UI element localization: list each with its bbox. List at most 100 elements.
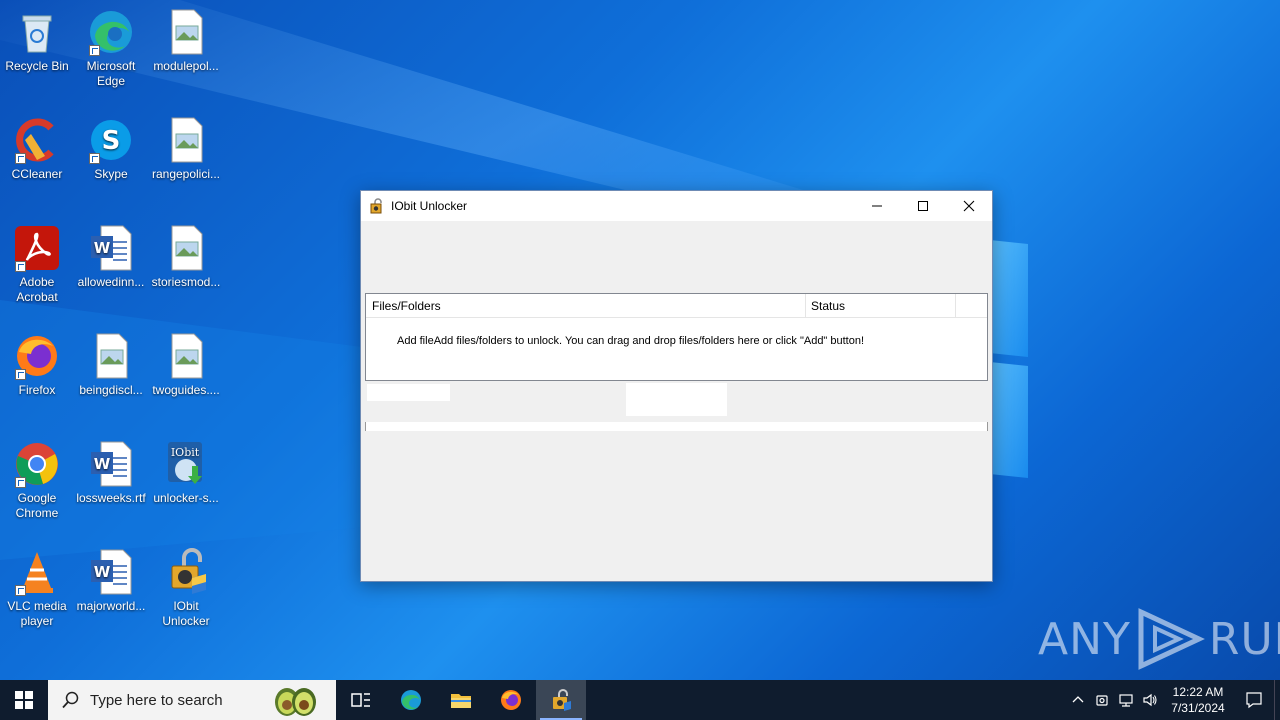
desktop-icon-label: storiesmod... [151, 275, 221, 289]
ccleaner-icon [13, 116, 61, 164]
desktop-icon-edge[interactable]: Microsoft Edge [74, 8, 148, 89]
taskbar-iobit-unlocker-button[interactable] [536, 680, 586, 720]
shortcut-arrow-icon [15, 477, 26, 488]
show-desktop-button[interactable] [1274, 680, 1280, 720]
list-header: Files/Folders Status [366, 294, 987, 318]
iobit-unlocker-window[interactable]: IObit Unlocker Files/Folders Status Add … [360, 190, 993, 582]
close-button[interactable] [946, 191, 992, 221]
taskbar-clock[interactable]: 12:22 AM 7/31/2024 [1162, 684, 1234, 716]
desktop-icon-label: rangepolici... [151, 167, 221, 181]
avocado-illustration-icon [275, 688, 316, 716]
task-view-icon [351, 693, 370, 707]
task-view-button[interactable] [336, 680, 386, 720]
desktop-icon-file-majorworld[interactable]: W majorworld... [74, 548, 148, 614]
vlc-icon [13, 548, 61, 596]
empty-control-center [626, 383, 727, 416]
desktop-icon-file-allowedinn[interactable]: W allowedinn... [74, 224, 148, 290]
desktop-icon-file-storiesmod[interactable]: storiesmod... [149, 224, 223, 290]
taskbar-edge-button[interactable] [386, 680, 436, 720]
desktop-icon-chrome[interactable]: Google Chrome [0, 440, 74, 521]
desktop-icon-adobe-acrobat[interactable]: Adobe Acrobat [0, 224, 74, 305]
desktop-icon-label: Firefox [18, 383, 56, 397]
desktop-icon-label: Google Chrome [15, 491, 59, 520]
desktop-icon-label: Microsoft Edge [86, 59, 136, 88]
tray-volume-button[interactable] [1138, 680, 1162, 720]
iobit-unlocker-app-icon [370, 198, 382, 214]
desktop-icon-file-modulepol[interactable]: modulepol... [149, 8, 223, 74]
desktop-icon-skype[interactable]: S Skype [74, 116, 148, 182]
start-button[interactable] [0, 680, 48, 720]
desktop-icon-label: majorworld... [76, 599, 146, 613]
desktop-icon-label: beingdiscl... [79, 383, 143, 397]
clock-date: 7/31/2024 [1171, 701, 1225, 715]
system-tray: 12:22 AM 7/31/2024 [1066, 680, 1280, 720]
drop-hint-text: Add fileAdd files/folders to unlock. You… [397, 335, 865, 347]
play-logo-icon [1138, 608, 1205, 670]
desktop-icon-file-twoguides[interactable]: twoguides.... [149, 332, 223, 398]
device-icon [1096, 695, 1108, 706]
taskbar-file-explorer-button[interactable] [436, 680, 486, 720]
desktop-icon-iobit-unlocker[interactable]: IObit Unlocker [149, 548, 223, 629]
shortcut-arrow-icon [15, 153, 26, 164]
clock-time: 12:22 AM [1172, 685, 1224, 699]
maximize-button[interactable] [900, 191, 946, 221]
desktop-icon-label: Skype [94, 167, 128, 181]
recycle-bin-icon [13, 8, 61, 56]
desktop-icon-label: lossweeks.rtf [76, 491, 146, 505]
title-bar[interactable]: IObit Unlocker [361, 191, 992, 221]
desktop-icon-recycle-bin[interactable]: Recycle Bin [0, 8, 74, 74]
window-title: IObit Unlocker [391, 199, 468, 213]
adobe-acrobat-icon [13, 224, 61, 272]
image-file-icon [162, 8, 210, 56]
taskbar-search-box[interactable]: Type here to search [48, 680, 336, 720]
image-file-icon [162, 116, 210, 164]
desktop-icon-label: IObit Unlocker [162, 599, 210, 628]
column-header-status[interactable]: Status [806, 294, 956, 317]
desktop-icon-label: twoguides.... [152, 383, 220, 397]
folder-icon [451, 694, 471, 708]
desktop-icon-label: Recycle Bin [5, 59, 69, 73]
desktop-icon-label: modulepol... [153, 59, 219, 73]
column-header-files[interactable]: Files/Folders [366, 294, 806, 317]
image-file-icon [87, 332, 135, 380]
network-icon [1119, 694, 1133, 707]
progress-bar [365, 422, 988, 431]
show-hidden-icons-button[interactable] [1066, 680, 1090, 720]
firefox-icon [501, 690, 521, 710]
search-icon [62, 691, 79, 709]
edge-icon [401, 690, 421, 710]
desktop-icon-label: unlocker-s... [153, 491, 219, 505]
svg-text:W: W [94, 455, 111, 473]
word-document-icon: W [87, 440, 135, 488]
desktop-icon-label: CCleaner [11, 167, 63, 181]
minimize-icon [872, 205, 882, 207]
files-list[interactable]: Files/Folders Status Add fileAdd files/f… [365, 293, 988, 381]
svg-text:W: W [94, 239, 111, 257]
iobit-installer-icon: IObit [162, 440, 210, 488]
desktop-icon-firefox[interactable]: Firefox [0, 332, 74, 398]
image-file-icon [162, 224, 210, 272]
tray-device-button[interactable] [1090, 680, 1114, 720]
desktop-icon-label: allowedinn... [77, 275, 145, 289]
desktop-icon-file-beingdiscl[interactable]: beingdiscl... [74, 332, 148, 398]
maximize-icon [918, 201, 928, 211]
anyrun-watermark: ANY RUN [1038, 608, 1280, 670]
desktop-icon-vlc[interactable]: VLC media player [0, 548, 74, 629]
watermark-left: ANY [1038, 613, 1131, 665]
desktop-icon-ccleaner[interactable]: CCleaner [0, 116, 74, 182]
word-document-icon: W [87, 224, 135, 272]
shortcut-arrow-icon [15, 261, 26, 272]
desktop-icon-file-lossweeks[interactable]: W lossweeks.rtf [74, 440, 148, 506]
minimize-button[interactable] [854, 191, 900, 221]
shortcut-arrow-icon [15, 585, 26, 596]
action-center-button[interactable] [1234, 680, 1274, 720]
taskbar-firefox-button[interactable] [486, 680, 536, 720]
desktop-icon-unlocker-setup[interactable]: IObit unlocker-s... [149, 440, 223, 506]
notification-icon [1246, 692, 1262, 709]
tray-network-button[interactable] [1114, 680, 1138, 720]
svg-text:W: W [94, 563, 111, 581]
chrome-icon [13, 440, 61, 488]
desktop-icon-file-rangepolici[interactable]: rangepolici... [149, 116, 223, 182]
taskbar: Type here to search 12:22 AM 7/31/2024 [0, 680, 1280, 720]
image-file-icon [162, 332, 210, 380]
